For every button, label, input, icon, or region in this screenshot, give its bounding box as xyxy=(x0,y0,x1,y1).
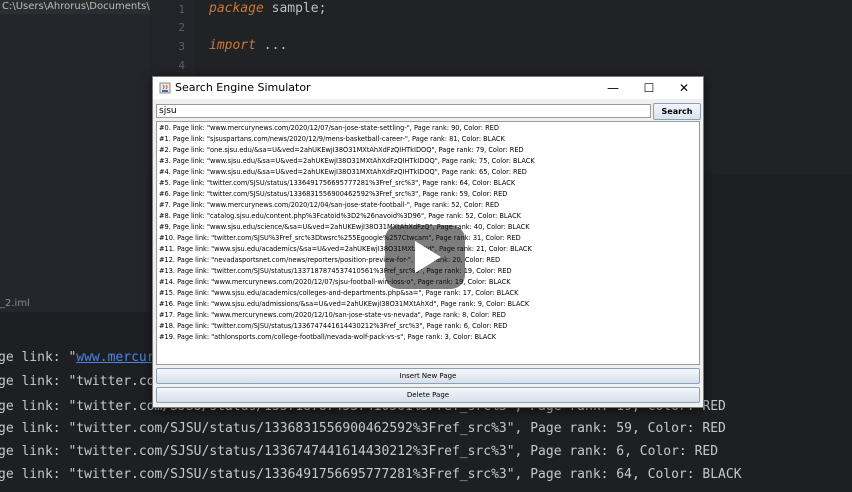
window-title: Search Engine Simulator xyxy=(175,81,311,94)
insert-new-page-button[interactable]: Insert New Page xyxy=(156,368,700,384)
result-line: #0. Page link: "www.mercurynews.com/2020… xyxy=(159,124,499,132)
result-line: #11. Page link: "www.sjsu.edu/academics/… xyxy=(159,245,532,253)
search-input[interactable] xyxy=(156,104,651,118)
result-line: #18. Page link: "twitter.com/SJSU/status… xyxy=(159,322,508,330)
console-line: ge link: "twitter.com xyxy=(0,374,163,389)
result-line: #8. Page link: "catalog.sjsu.edu/content… xyxy=(159,212,521,220)
result-line: #15. Page link: "www.sjsu.edu/academics/… xyxy=(159,289,519,297)
maximize-button[interactable]: ☐ xyxy=(631,77,667,99)
console-line: ge link: "www.mercury xyxy=(0,350,163,365)
code-line: import ... xyxy=(209,38,287,53)
result-line: #9. Page link: "www.sjsu.edu/science/&sa… xyxy=(159,223,530,231)
minimize-button[interactable]: — xyxy=(595,77,631,99)
project-file-label[interactable]: _2.iml xyxy=(0,298,30,309)
close-button[interactable]: ✕ xyxy=(666,77,702,99)
console-line: ge link: "twitter.com/SJSU/status/133683… xyxy=(0,421,726,436)
result-line: #5. Page link: "twitter.com/SJSU/status/… xyxy=(159,179,516,187)
console-line: ge link: "twitter.com/SJSU/status/133649… xyxy=(0,467,742,482)
title-bar[interactable]: Search Engine Simulator — ☐ ✕ xyxy=(153,77,703,99)
line-number: 1 xyxy=(178,3,185,16)
project-path: C:\Users\Ahrorus\Documents\SJSU xyxy=(0,0,152,14)
result-line: #19. Page link: "athlonsports.com/colleg… xyxy=(159,333,497,341)
result-line: #3. Page link: "www.sjsu.edu/&sa=U&ved=2… xyxy=(159,157,535,165)
code-keyword: package xyxy=(209,1,264,16)
result-line: #7. Page link: "www.mercurynews.com/2020… xyxy=(159,201,500,209)
code-text: ... xyxy=(255,38,288,53)
console-line: ge link: "twitter.com/SJSU/status/133674… xyxy=(0,444,719,459)
result-line: #16. Page link: "www.sjsu.edu/admissions… xyxy=(159,300,530,308)
code-line: package sample; xyxy=(209,1,326,16)
line-number: 3 xyxy=(178,40,185,53)
result-line: #6. Page link: "twitter.com/SJSU/status/… xyxy=(159,190,508,198)
result-line: #1. Page link: "sjsuspartans.com/news/20… xyxy=(159,135,505,143)
project-panel xyxy=(0,14,150,314)
result-line: #2. Page link: "one.sjsu.edu/&sa=U&ved=2… xyxy=(159,146,524,154)
line-number: 4 xyxy=(178,59,185,72)
java-app-icon xyxy=(159,82,171,94)
result-line: #4. Page link: "www.sjsu.edu/&sa=U&ved=2… xyxy=(159,168,527,176)
code-text: sample; xyxy=(263,1,327,16)
console-link[interactable]: www.mercury xyxy=(76,350,162,365)
code-keyword: import xyxy=(209,38,256,53)
delete-page-button[interactable]: Delete Page xyxy=(156,387,700,403)
line-number: 2 xyxy=(178,21,185,34)
search-button[interactable]: Search xyxy=(653,103,701,120)
result-line: #10. Page link: "twitter.com/SJSU%3Fref_… xyxy=(159,234,521,242)
result-line: #17. Page link: "www.mercurynews.com/202… xyxy=(159,311,506,319)
play-icon[interactable] xyxy=(385,225,465,289)
